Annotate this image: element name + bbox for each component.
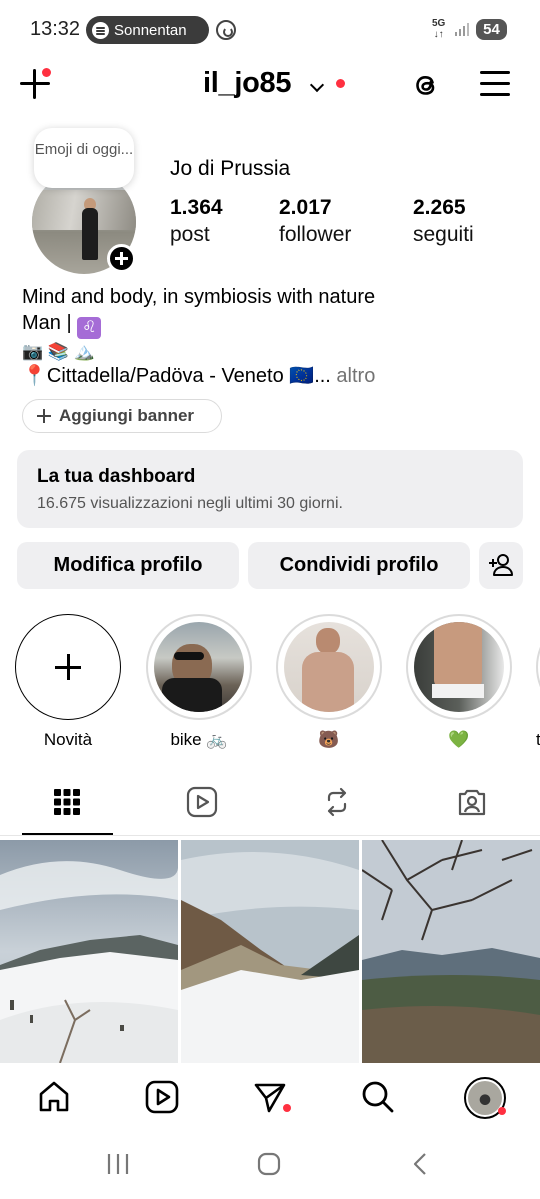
dashboard-title: La tua dashboard [37, 466, 196, 487]
bio-line: Man | ♌ [22, 311, 375, 339]
back-icon[interactable] [412, 1152, 428, 1176]
account-switch-dot [336, 79, 345, 88]
stat-posts[interactable]: 1.364 post [170, 196, 223, 247]
tagged-person-icon [458, 789, 486, 816]
active-tab-indicator [22, 833, 113, 835]
tab-reels[interactable] [135, 770, 270, 836]
home-icon[interactable] [37, 1080, 71, 1114]
home-button-icon[interactable] [257, 1152, 281, 1176]
battery-indicator: 54 [476, 19, 507, 40]
media-playing-pill[interactable]: Sonnentan [86, 16, 209, 44]
post-thumbnail[interactable] [181, 840, 359, 1063]
highlight-item[interactable]: t [536, 614, 540, 750]
full-name: Jo di Prussia [170, 157, 291, 180]
grid-icon [54, 789, 80, 815]
new-highlight-plus-icon [15, 614, 121, 720]
highlight-new[interactable]: Novità [15, 614, 121, 750]
highlight-item[interactable]: 💚 [406, 614, 512, 750]
tab-reposts[interactable] [270, 770, 405, 836]
messages-dot [283, 1104, 291, 1112]
share-profile-button[interactable]: Condividi profilo [248, 542, 470, 589]
tab-grid[interactable] [0, 770, 135, 836]
stat-followers[interactable]: 2.017 follower [279, 196, 351, 247]
repost-icon [327, 787, 347, 817]
dashboard-card[interactable]: La tua dashboard 16.675 visualizzazioni … [17, 450, 523, 528]
reels-nav-icon[interactable] [145, 1080, 179, 1114]
highlight-item[interactable]: 🐻 [276, 614, 382, 750]
media-title: Sonnentan [114, 21, 187, 39]
highlight-item[interactable]: bike 🚲 [146, 614, 252, 750]
account-username[interactable]: il_jo85 [203, 67, 291, 100]
plus-icon [37, 409, 51, 423]
add-story-plus-icon[interactable] [107, 244, 136, 273]
profile-header: il_jo85 [0, 60, 540, 110]
more-link[interactable]: altro [331, 365, 375, 387]
reels-icon [186, 786, 218, 818]
bio-line: Mind and body, in symbiosis with nature [22, 286, 376, 308]
search-icon[interactable] [361, 1080, 395, 1114]
bio-line: 📍Cittadella/Padöva - Veneto 🇪🇺... altro [22, 365, 376, 387]
network-indicator: 5G ↓↑ [432, 18, 446, 40]
signal-icon [455, 23, 469, 36]
whatsapp-icon [216, 20, 236, 40]
leo-sign-icon: ♌ [77, 316, 102, 339]
status-bar: 13:32 Sonnentan 5G ↓↑ 54 [0, 0, 540, 60]
add-person-icon [489, 554, 513, 576]
profile-dot [498, 1107, 506, 1115]
post-thumbnail[interactable] [362, 840, 540, 1063]
threads-icon[interactable] [410, 69, 442, 101]
menu-icon[interactable] [480, 71, 510, 97]
dashboard-subtitle: 16.675 visualizzazioni negli ultimi 30 g… [37, 495, 343, 512]
edit-profile-button[interactable]: Modifica profilo [17, 542, 239, 589]
add-banner-button[interactable]: Aggiungi banner [22, 399, 222, 433]
system-navigation-bar [0, 1133, 540, 1199]
stat-following[interactable]: 2.265 seguiti [413, 196, 474, 247]
bio-emoji-line: 📷 📚 🏔️ [22, 341, 95, 361]
chevron-down-icon[interactable] [309, 77, 325, 93]
notification-dot [42, 68, 51, 77]
spotify-icon [92, 21, 109, 39]
note-bubble[interactable]: Emoji di oggi... [34, 128, 134, 188]
content-tabs [0, 770, 540, 836]
bio: Mind and body, in symbiosis with nature … [22, 285, 375, 390]
tab-tagged[interactable] [405, 770, 540, 836]
send-icon[interactable] [253, 1080, 287, 1114]
post-thumbnail[interactable] [0, 840, 178, 1063]
recent-apps-icon[interactable] [106, 1153, 130, 1175]
status-time: 13:32 [30, 18, 81, 40]
